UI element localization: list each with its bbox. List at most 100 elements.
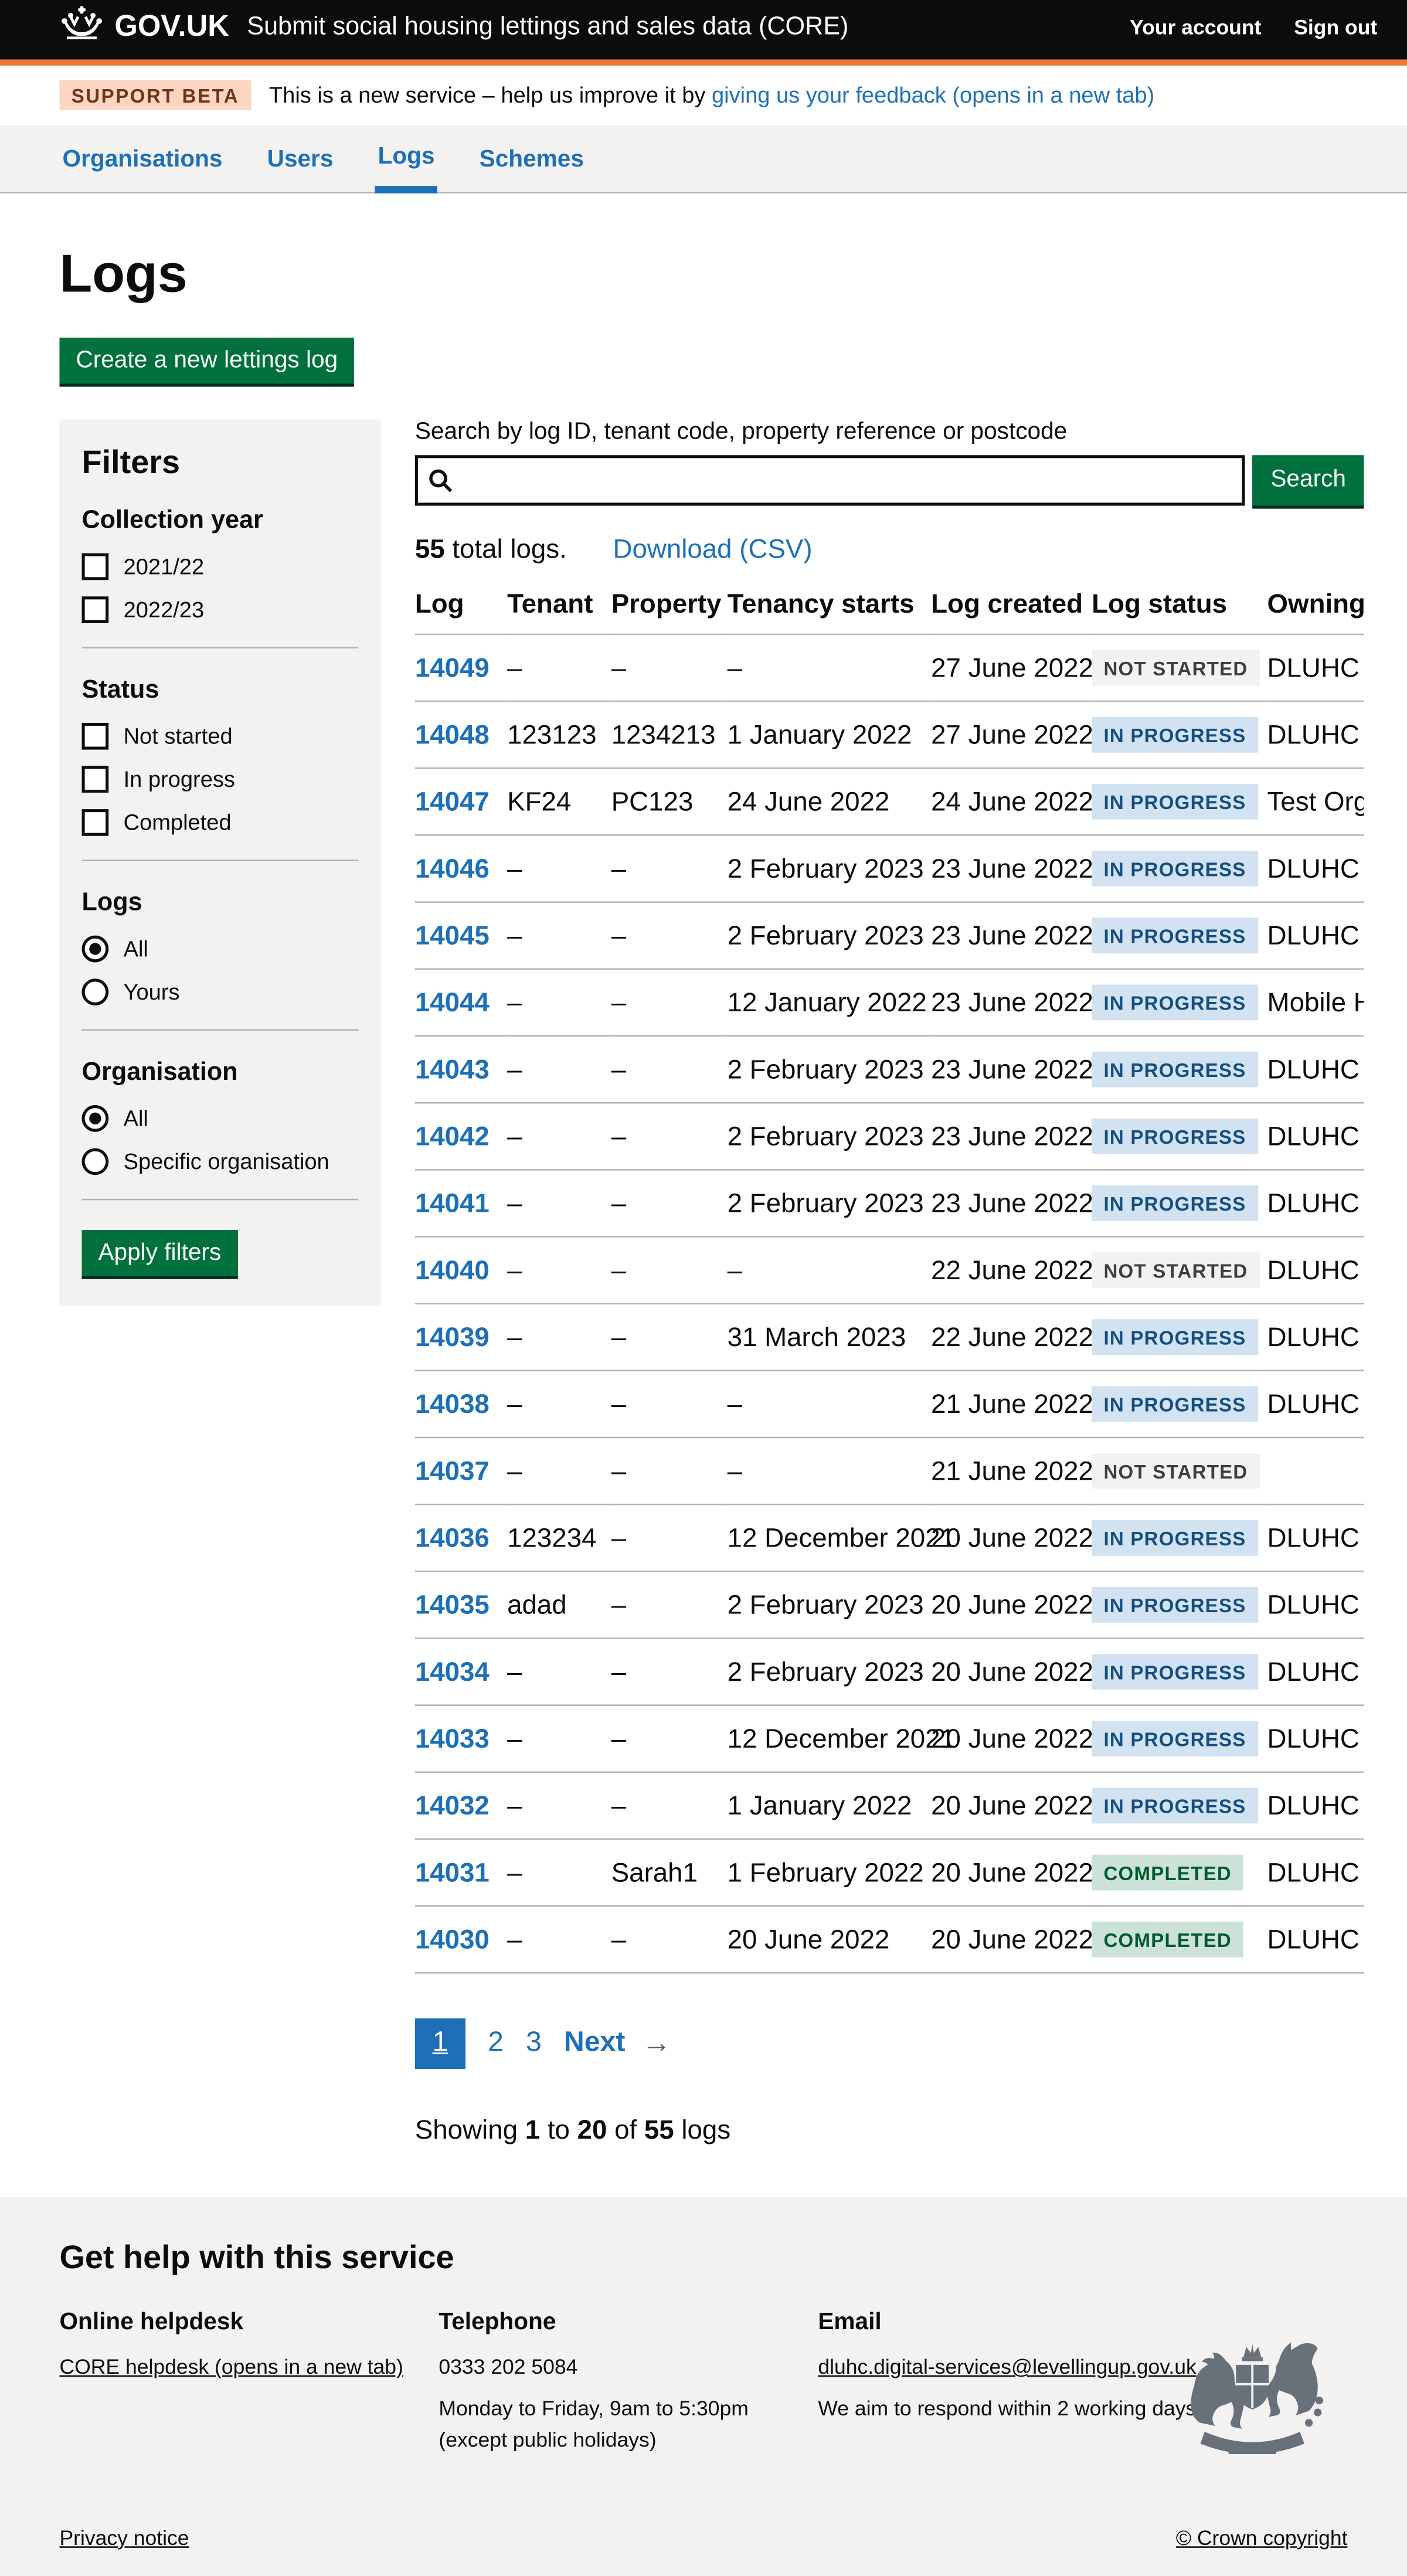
- filter-option: All: [82, 1105, 359, 1132]
- owning-org-cell: DLUHC: [1267, 1371, 1364, 1437]
- table-row: 14037 – – – 21 June 2022 NOT STARTED: [415, 1437, 1364, 1504]
- log-id-link[interactable]: 14037: [415, 1455, 490, 1485]
- nav-item-users[interactable]: Users: [264, 125, 337, 192]
- page-3-link[interactable]: 3: [526, 2027, 542, 2060]
- pagination: 1 2 3 Next →: [415, 2018, 1364, 2069]
- col-log-status: Log status: [1092, 583, 1267, 635]
- tenant-cell: –: [507, 1036, 611, 1103]
- log-id-link[interactable]: 14047: [415, 786, 490, 816]
- checkbox-not-started[interactable]: [82, 723, 109, 750]
- table-row: 14030 – – 20 June 2022 20 June 2022 COMP…: [415, 1906, 1364, 1973]
- log-id-link[interactable]: 14030: [415, 1924, 490, 1954]
- checkbox-2022-23[interactable]: [82, 596, 109, 623]
- radio-logs-all[interactable]: [82, 936, 109, 963]
- status-badge: NOT STARTED: [1092, 650, 1260, 686]
- status-badge: COMPLETED: [1092, 1855, 1243, 1891]
- table-row: 14042 – – 2 February 2023 23 June 2022 I…: [415, 1103, 1364, 1170]
- status-badge: IN PROGRESS: [1092, 917, 1258, 953]
- sign-out-link[interactable]: Sign out: [1294, 15, 1377, 39]
- tenant-cell: –: [507, 1103, 611, 1170]
- log-id-link[interactable]: 14044: [415, 987, 490, 1017]
- search-input[interactable]: [415, 455, 1245, 505]
- checkbox-completed[interactable]: [82, 809, 109, 836]
- tenancy-starts-cell: 2 February 2023: [728, 1170, 932, 1236]
- feedback-link[interactable]: giving us your feedback (opens in a new …: [712, 83, 1154, 108]
- col-tenant: Tenant: [507, 583, 611, 635]
- next-page-link[interactable]: Next: [564, 2027, 625, 2060]
- property-cell: –: [611, 1705, 728, 1772]
- tenant-cell: –: [507, 1639, 611, 1705]
- nav-item-schemes[interactable]: Schemes: [477, 125, 587, 192]
- log-created-cell: 23 June 2022: [931, 1103, 1092, 1170]
- tenant-cell: –: [507, 902, 611, 969]
- log-id-link[interactable]: 14038: [415, 1388, 490, 1418]
- status-badge: IN PROGRESS: [1092, 984, 1258, 1020]
- apply-filters-button[interactable]: Apply filters: [82, 1230, 238, 1276]
- table-row: 14048 123123 1234213 1 January 2022 27 J…: [415, 701, 1364, 768]
- email-link[interactable]: dluhc.digital-services@levellingup.gov.u…: [818, 2354, 1196, 2378]
- nav-item-logs[interactable]: Logs: [375, 125, 437, 193]
- table-row: 14043 – – 2 February 2023 23 June 2022 I…: [415, 1036, 1364, 1103]
- owning-org-cell: DLUHC: [1267, 1237, 1364, 1304]
- page-title: Logs: [59, 243, 1362, 305]
- tenant-cell: –: [507, 1772, 611, 1839]
- table-row: 14045 – – 2 February 2023 23 June 2022 I…: [415, 902, 1364, 969]
- search-button[interactable]: Search: [1253, 455, 1364, 505]
- tenancy-starts-cell: –: [728, 1371, 932, 1437]
- log-id-link[interactable]: 14043: [415, 1053, 490, 1083]
- log-id-link[interactable]: 14040: [415, 1255, 490, 1284]
- log-id-link[interactable]: 14049: [415, 652, 490, 682]
- page-1-current[interactable]: 1: [415, 2018, 465, 2069]
- log-id-link[interactable]: 14045: [415, 920, 490, 950]
- phase-banner: SUPPORT BETA This is a new service – hel…: [0, 66, 1407, 125]
- checkbox-2021-22[interactable]: [82, 553, 109, 580]
- owning-org-cell: Mobile Hous: [1267, 969, 1364, 1036]
- log-id-link[interactable]: 14039: [415, 1321, 490, 1351]
- create-lettings-log-button[interactable]: Create a new lettings log: [59, 338, 354, 384]
- download-csv-link[interactable]: Download (CSV): [613, 534, 812, 564]
- radio-logs-yours[interactable]: [82, 978, 109, 1005]
- tenancy-starts-cell: –: [728, 634, 932, 701]
- log-id-link[interactable]: 14032: [415, 1790, 490, 1820]
- status-badge: IN PROGRESS: [1092, 1721, 1258, 1756]
- tenancy-starts-cell: 24 June 2022: [728, 768, 932, 835]
- status-badge: IN PROGRESS: [1092, 1654, 1258, 1690]
- table-row: 14031 – Sarah1 1 February 2022 20 June 2…: [415, 1839, 1364, 1906]
- col-property: Property: [611, 583, 728, 635]
- next-arrow-icon[interactable]: →: [641, 2027, 671, 2061]
- property-cell: PC123: [611, 768, 728, 835]
- log-id-link[interactable]: 14046: [415, 853, 490, 883]
- tenancy-starts-cell: 1 January 2022: [728, 701, 932, 768]
- radio-org-all[interactable]: [82, 1105, 109, 1132]
- tenancy-starts-cell: 1 January 2022: [728, 1772, 932, 1839]
- log-created-cell: 22 June 2022: [931, 1304, 1092, 1371]
- service-name[interactable]: Submit social housing lettings and sales…: [247, 12, 1130, 42]
- your-account-link[interactable]: Your account: [1130, 15, 1261, 39]
- phase-banner-text: This is a new service – help us improve …: [269, 83, 1154, 108]
- log-id-link[interactable]: 14034: [415, 1656, 490, 1686]
- property-cell: –: [611, 1437, 728, 1504]
- log-id-link[interactable]: 14035: [415, 1589, 490, 1619]
- radio-org-specific[interactable]: [82, 1148, 109, 1175]
- log-id-link[interactable]: 14048: [415, 719, 490, 749]
- tenancy-starts-cell: 2 February 2023: [728, 835, 932, 902]
- log-id-link[interactable]: 14036: [415, 1523, 490, 1552]
- crown-icon: [59, 5, 104, 49]
- log-id-link[interactable]: 14031: [415, 1857, 490, 1887]
- log-created-cell: 27 June 2022: [931, 701, 1092, 768]
- nav-item-organisations[interactable]: Organisations: [59, 125, 225, 192]
- core-helpdesk-link[interactable]: CORE helpdesk (opens in a new tab): [59, 2354, 403, 2378]
- tenant-cell: –: [507, 1371, 611, 1437]
- log-id-link[interactable]: 14042: [415, 1121, 490, 1151]
- log-id-link[interactable]: 14033: [415, 1723, 490, 1753]
- page-2-link[interactable]: 2: [488, 2027, 504, 2060]
- col-owning-organisation: Owning organisation: [1267, 583, 1364, 635]
- table-row: 14036 123234 – 12 December 2021 20 June …: [415, 1504, 1364, 1571]
- privacy-notice-link[interactable]: Privacy notice: [59, 2526, 189, 2550]
- checkbox-in-progress[interactable]: [82, 766, 109, 793]
- crown-copyright-link[interactable]: © Crown copyright: [1176, 2526, 1348, 2550]
- govuk-logo[interactable]: GOV.UK: [59, 5, 229, 49]
- log-id-link[interactable]: 14041: [415, 1188, 490, 1218]
- status-badge: IN PROGRESS: [1092, 1520, 1258, 1556]
- beta-tag: SUPPORT BETA: [59, 80, 251, 110]
